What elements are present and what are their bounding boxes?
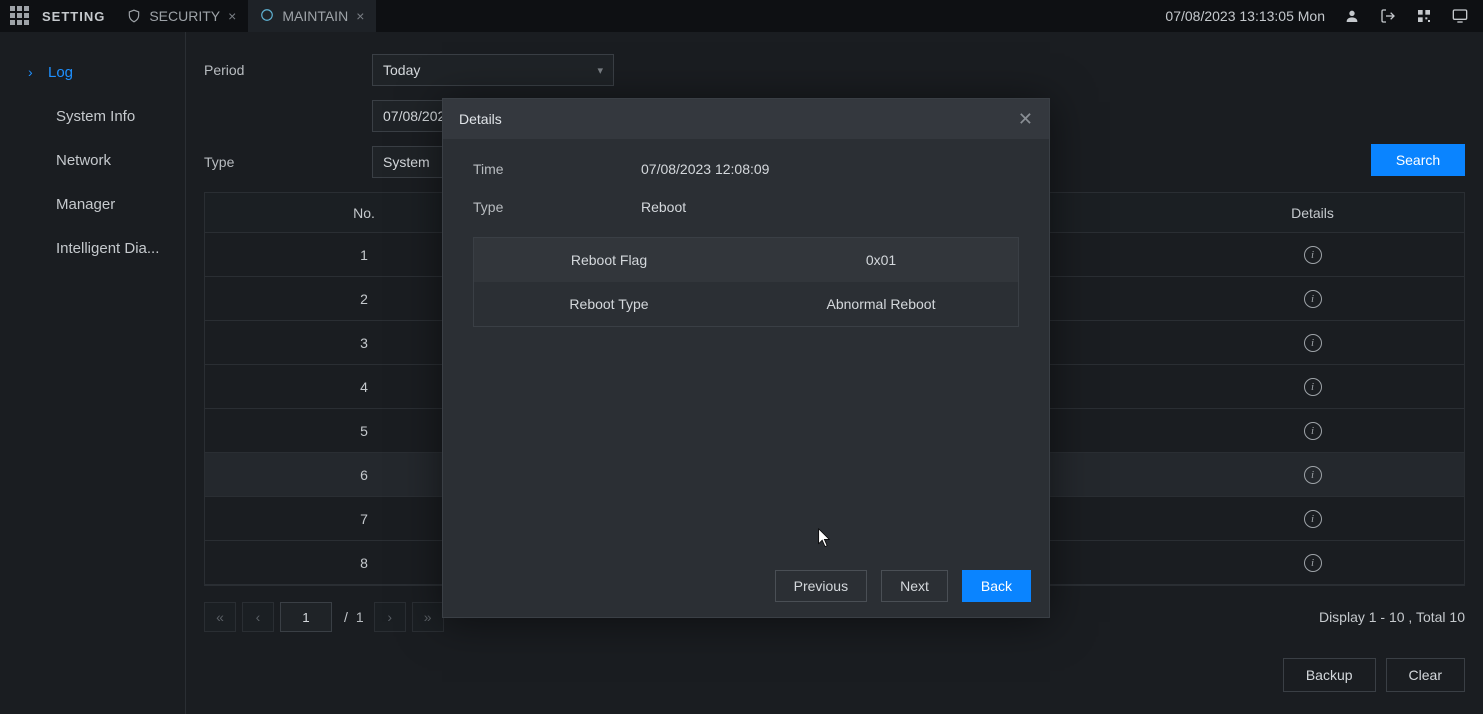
search-button[interactable]: Search	[1371, 144, 1465, 176]
modal-detail-row: Reboot Type Abnormal Reboot	[474, 282, 1018, 326]
cell-details: i	[1161, 245, 1464, 264]
sidebar-item-label: System Info	[56, 108, 135, 125]
sidebar: › Log System Info Network Manager Intell…	[0, 32, 186, 714]
th-details: Details	[1161, 205, 1464, 221]
pager-next-button[interactable]: ›	[374, 602, 406, 632]
modal-type-value: Reboot	[641, 199, 686, 215]
tab-label: SECURITY	[149, 8, 220, 24]
info-icon[interactable]: i	[1304, 466, 1322, 484]
type-label: Type	[204, 154, 372, 170]
next-button[interactable]: Next	[881, 570, 948, 602]
previous-button[interactable]: Previous	[775, 570, 867, 602]
modal-header: Details ✕	[443, 99, 1049, 139]
select-value: System	[383, 154, 430, 170]
cell-details: i	[1161, 553, 1464, 572]
pager-status: Display 1 - 10 , Total 10	[1319, 609, 1465, 625]
logout-icon[interactable]	[1379, 7, 1397, 25]
user-icon[interactable]	[1343, 7, 1361, 25]
modal-detail-row: Reboot Flag 0x01	[474, 238, 1018, 282]
chevron-right-icon: ›	[28, 64, 38, 80]
info-icon[interactable]: i	[1304, 554, 1322, 572]
sidebar-item-system-info[interactable]: System Info	[0, 94, 185, 138]
topbar: SETTING SECURITY × MAINTAIN × 07/08/2023…	[0, 0, 1483, 32]
sidebar-item-log[interactable]: › Log	[0, 50, 185, 94]
modal-title: Details	[459, 111, 1018, 127]
setting-label[interactable]: SETTING	[42, 9, 105, 24]
modal-detail-value: Abnormal Reboot	[744, 296, 1018, 312]
modal-detail-value: 0x01	[744, 252, 1018, 268]
close-icon[interactable]: ✕	[1018, 109, 1033, 130]
tab-maintain[interactable]: MAINTAIN ×	[248, 0, 376, 32]
info-icon[interactable]: i	[1304, 246, 1322, 264]
clear-button[interactable]: Clear	[1386, 658, 1465, 692]
cell-details: i	[1161, 421, 1464, 440]
cell-details: i	[1161, 509, 1464, 528]
modal-detail-key: Reboot Flag	[474, 252, 744, 268]
sidebar-item-label: Manager	[56, 196, 115, 213]
sidebar-item-label: Network	[56, 152, 111, 169]
back-button[interactable]: Back	[962, 570, 1031, 602]
pager-last-button[interactable]: »	[412, 602, 444, 632]
period-label: Period	[204, 62, 372, 78]
monitor-icon[interactable]	[1451, 7, 1469, 25]
tab-security[interactable]: SECURITY ×	[115, 0, 248, 32]
period-select[interactable]: Today ▾	[372, 54, 614, 86]
backup-button[interactable]: Backup	[1283, 658, 1376, 692]
select-value: Today	[383, 62, 420, 78]
modal-detail-table: Reboot Flag 0x01 Reboot Type Abnormal Re…	[473, 237, 1019, 327]
cell-details: i	[1161, 465, 1464, 484]
sidebar-item-label: Log	[48, 64, 73, 81]
qr-icon[interactable]	[1415, 7, 1433, 25]
close-icon[interactable]: ×	[228, 8, 236, 24]
sidebar-item-manager[interactable]: Manager	[0, 182, 185, 226]
pager-first-button[interactable]: «	[204, 602, 236, 632]
datetime-label: 07/08/2023 13:13:05 Mon	[1165, 8, 1325, 24]
close-icon[interactable]: ×	[356, 8, 364, 24]
info-icon[interactable]: i	[1304, 422, 1322, 440]
cell-details: i	[1161, 333, 1464, 352]
details-modal: Details ✕ Time 07/08/2023 12:08:09 Type …	[442, 98, 1050, 618]
modal-time-value: 07/08/2023 12:08:09	[641, 161, 769, 177]
modal-time-label: Time	[473, 161, 641, 177]
sidebar-item-network[interactable]: Network	[0, 138, 185, 182]
cell-details: i	[1161, 289, 1464, 308]
shield-icon	[127, 9, 141, 23]
chevron-down-icon: ▾	[597, 64, 603, 77]
info-icon[interactable]: i	[1304, 378, 1322, 396]
pager-prev-button[interactable]: ‹	[242, 602, 274, 632]
modal-type-label: Type	[473, 199, 641, 215]
info-icon[interactable]: i	[1304, 510, 1322, 528]
sidebar-item-label: Intelligent Dia...	[56, 240, 159, 257]
maintain-icon	[260, 8, 274, 25]
pager-total: 1	[356, 609, 364, 625]
tab-label: MAINTAIN	[282, 8, 348, 24]
pager-page-input[interactable]	[280, 602, 332, 632]
modal-detail-key: Reboot Type	[474, 296, 744, 312]
info-icon[interactable]: i	[1304, 334, 1322, 352]
info-icon[interactable]: i	[1304, 290, 1322, 308]
cell-details: i	[1161, 377, 1464, 396]
sidebar-item-intelligent-dia[interactable]: Intelligent Dia...	[0, 226, 185, 270]
pager-slash: /	[344, 609, 348, 625]
apps-icon[interactable]	[10, 6, 30, 26]
